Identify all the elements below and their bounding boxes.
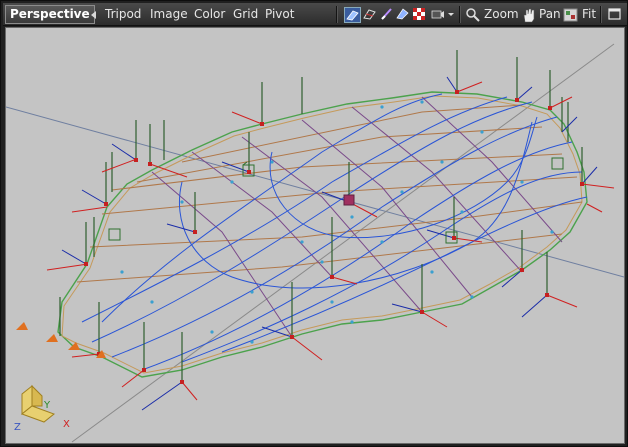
menu-color[interactable]: Color	[194, 7, 225, 21]
tangent-arrows[interactable]	[16, 322, 106, 358]
pivot-point[interactable]	[343, 194, 355, 206]
toolbar-separator	[600, 6, 602, 23]
axis-label-y: Y	[43, 400, 51, 411]
menu-tripod[interactable]: Tripod	[105, 7, 141, 21]
zoom-label: Zoom	[484, 7, 519, 21]
menu-grid[interactable]: Grid	[233, 7, 258, 21]
iso-curves[interactable]	[81, 93, 588, 371]
checker-icon[interactable]	[412, 7, 427, 21]
menu-pivot[interactable]: Pivot	[265, 7, 294, 21]
surface-points	[120, 100, 554, 344]
toolbar-separator	[336, 6, 338, 23]
pan-label: Pan	[539, 7, 561, 21]
hand-icon	[523, 8, 535, 23]
camera-icon[interactable]	[430, 7, 445, 21]
world-axis-y	[71, 43, 615, 443]
axis-label-z: Z	[14, 422, 21, 433]
fit-icon	[563, 8, 578, 22]
viewport-toolbar: Perspective Tripod Image Color Grid Pivo…	[3, 3, 627, 26]
control-point-stems[interactable]	[59, 50, 583, 382]
triangle-left-icon[interactable]	[91, 11, 96, 19]
brush-icon[interactable]	[379, 7, 394, 21]
menu-image[interactable]: Image	[150, 7, 188, 21]
maximize-icon[interactable]	[607, 7, 622, 21]
surface-wireframe[interactable]: Z X Y	[6, 28, 624, 443]
view-name-button[interactable]: Perspective	[5, 5, 95, 24]
magnifier-icon	[466, 8, 480, 22]
texture-icon[interactable]	[395, 7, 410, 21]
shaded-mode-icon[interactable]	[344, 7, 361, 23]
toolbar-separator	[459, 6, 461, 23]
editor-window: Perspective Tripod Image Color Grid Pivo…	[0, 0, 628, 447]
fit-label: Fit	[582, 7, 597, 21]
tangent-handles-red[interactable]	[46, 81, 615, 401]
chevron-down-icon[interactable]	[446, 7, 456, 21]
axis-label-x: X	[63, 419, 70, 430]
grid-v-lines	[151, 96, 563, 338]
perspective-viewport[interactable]: Z X Y	[5, 27, 625, 444]
wireframe-mode-icon[interactable]	[362, 7, 377, 21]
